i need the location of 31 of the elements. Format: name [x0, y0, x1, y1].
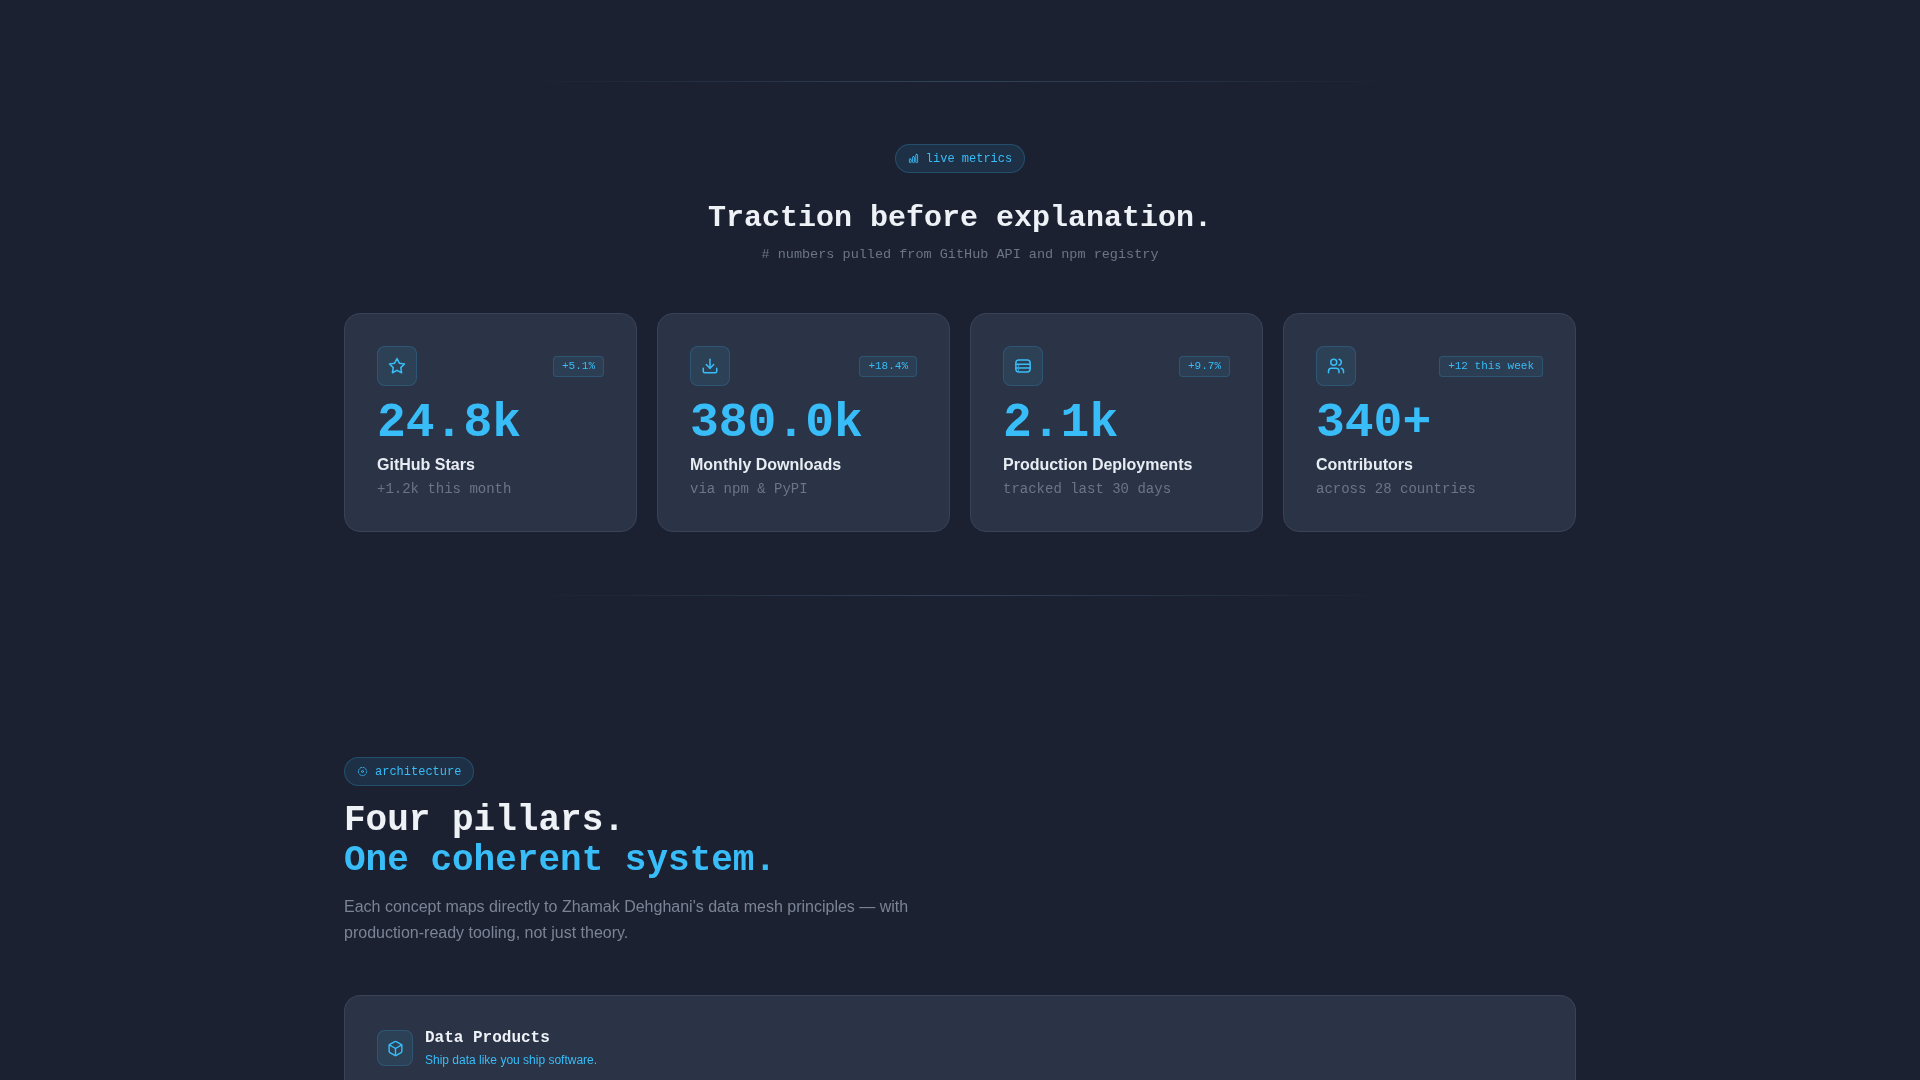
download-icon — [690, 346, 730, 386]
section-title: Four pillars. — [344, 801, 626, 841]
stat-label: Monthly Downloads — [690, 455, 843, 475]
stat-label: GitHub Stars — [377, 455, 476, 475]
stat-note: tracked last 30 days — [1003, 480, 1173, 499]
tag-label: architecture — [375, 763, 462, 780]
stat-label: Production Deployments — [1003, 455, 1194, 475]
stat-note: via npm & PyPI — [690, 480, 809, 499]
server-icon — [1003, 346, 1043, 386]
stat-value: 24.8k — [377, 397, 523, 449]
change-badge: +9.7% — [1179, 355, 1230, 377]
change-badge: +5.1% — [553, 355, 604, 377]
section-title: Traction before explanation. — [707, 200, 1213, 236]
stat-value: 2.1k — [1003, 397, 1120, 449]
section-title-accent: One coherent system. — [344, 841, 777, 881]
stat-note: across 28 countries — [1316, 480, 1477, 499]
section-description: Each concept maps directly to Zhamak Dehghani's data mesh principles — with production-ready tooling, not just theory. — [344, 897, 910, 943]
stat-value: 340+ — [1316, 397, 1433, 449]
users-icon — [1316, 346, 1356, 386]
stat-note: +1.2k this month — [377, 480, 513, 499]
cube-icon — [377, 1030, 413, 1066]
dotted-circle-icon — [357, 766, 368, 777]
pillar-title: Data Products — [425, 1028, 551, 1048]
stat-label: Contributors — [1316, 455, 1414, 475]
tag-label: live metrics — [925, 150, 1013, 167]
change-badge: +12 this week — [1439, 355, 1543, 377]
stat-value: 380.0k — [690, 397, 864, 449]
section-subtitle: # numbers pulled from GitHub API and npm registry — [761, 246, 1159, 264]
bar-chart-icon — [907, 153, 919, 164]
pillar-tagline: Ship data like you ship software. — [425, 1052, 598, 1068]
change-badge: +18.4% — [859, 355, 917, 377]
